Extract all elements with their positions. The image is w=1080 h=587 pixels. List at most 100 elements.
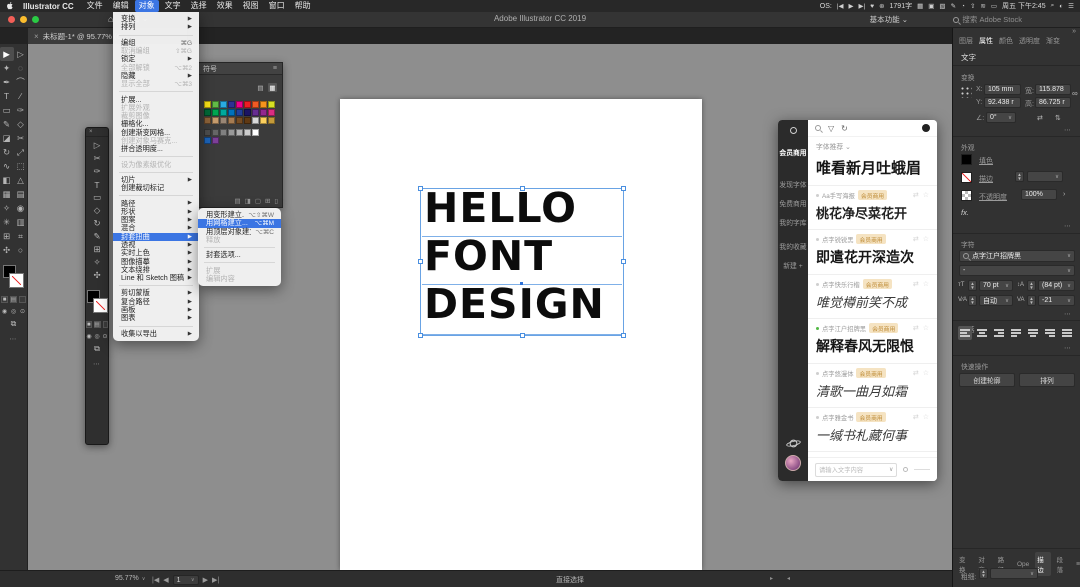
compare-icon[interactable]: ⇄ [913,191,919,199]
refresh-icon[interactable]: ↻ [841,124,848,133]
curvature-tool[interactable]: ⌒ [14,75,28,89]
workspace-switcher[interactable]: 基本功能 ⌄ [870,14,908,25]
grid-tool[interactable]: ⊞ [89,243,105,256]
font-card-0[interactable]: 唯看新月吐蛾眉 [808,157,937,186]
graph-tool[interactable]: ▥ [14,215,28,229]
panel-grid-icon[interactable]: ▦ [917,2,923,10]
stroke-swatch-none[interactable] [961,172,972,183]
play-icon[interactable]: ▶ [849,2,854,10]
color-swatch[interactable] [252,117,259,124]
artboard-number-select[interactable]: 1∨ [173,575,199,585]
favorite-star-icon[interactable]: ☆ [923,235,929,243]
color-swatch[interactable] [244,117,251,124]
font-preview[interactable]: 解释春风无限恨 [816,336,929,356]
reference-point-grid[interactable] [959,85,972,98]
font-preview[interactable]: 唯觉樽前笑不成 [816,292,929,311]
more-options-icon[interactable]: ⋯ [1064,126,1072,134]
stroke-weight-field[interactable]: ∨ [1027,171,1063,182]
selection-tool[interactable]: ▶ [0,47,14,61]
leading-field[interactable]: (84 pt)∨ [1038,280,1075,291]
control-center-icon[interactable]: ☰ [1068,2,1074,10]
swatch-kinds-icon[interactable]: ◨ [245,197,251,205]
color-swatch[interactable] [268,109,275,116]
draw-normal-icon[interactable]: ◉ [86,333,92,340]
panel-menu-icon[interactable]: ≡ [273,65,277,72]
color-swatch[interactable] [228,101,235,108]
grid-view-icon[interactable]: ▦ [268,83,277,92]
menubar-menu-4[interactable]: 选择 [187,0,211,12]
wifi-icon[interactable]: ≋ [980,2,985,10]
color-swatch[interactable] [260,101,267,108]
battery-icon[interactable]: ▭ [991,2,997,10]
opacity-label[interactable]: 不透明度 [979,192,1007,202]
opacity-more-icon[interactable]: › [1063,191,1065,198]
color-swatch[interactable] [236,129,243,136]
prev-artboard-icon[interactable]: ◀ [163,576,168,584]
draw-inside-icon[interactable]: ⊙ [19,308,26,315]
fill-label[interactable]: 填色 [979,156,993,166]
shape-builder-tool[interactable]: ◧ [0,173,14,187]
delete-swatch-icon[interactable]: ▯ [274,197,278,205]
libraries-icon[interactable]: ▤ [235,197,241,205]
justify-center-button[interactable] [1026,326,1040,340]
sidebar-item-1[interactable]: 发现字体 [779,179,806,189]
fill-stroke-control[interactable] [86,290,110,316]
compare-icon[interactable]: ⇄ [913,324,919,332]
none-button[interactable] [103,321,108,328]
stroke-swatch-none[interactable] [94,299,107,312]
align-right-button[interactable] [992,326,1006,340]
screen-mode-icon[interactable]: ⧉ [10,320,17,327]
height-field[interactable]: 86.725 r [1035,97,1071,108]
siri-icon[interactable]: ◐ [1059,3,1063,10]
align-left-button[interactable] [958,326,972,340]
selection-handle[interactable] [621,186,626,191]
kerning-field[interactable]: 自动∨ [979,295,1013,306]
color-swatch[interactable] [220,129,227,136]
draw-behind-icon[interactable]: ◎ [94,333,100,340]
color-swatch[interactable] [212,117,219,124]
rotate-field[interactable]: 0°∨ [986,112,1016,123]
list-view-icon[interactable]: ▤ [256,83,265,92]
filter-icon[interactable]: ▽ [828,124,834,133]
favorite-star-icon[interactable]: ☆ [923,369,929,377]
font-size-field[interactable]: 70 pt∨ [979,280,1013,291]
apple-logo-icon[interactable] [6,2,14,10]
font-card-2[interactable]: 点字锐锐黑会员商用⇄☆即遣花开深造次 [808,234,937,275]
font-card-5[interactable]: 点字悠漫体会员商用⇄☆清歌一曲月如霜 [808,368,937,408]
color-swatch[interactable] [260,117,267,124]
collapse-panels-icon[interactable]: » [1072,28,1076,35]
font-style-select[interactable]: -∨ [959,265,1075,276]
mesh-tool[interactable]: ▦ [0,187,14,201]
color-swatch[interactable] [244,129,251,136]
pencil-tool[interactable]: ✎ [0,117,14,131]
upload-icon[interactable]: ⇧ [970,2,975,10]
panel-menu-icon[interactable]: ≡ [1076,561,1080,568]
rotate-tool[interactable]: ↻ [0,145,14,159]
pencil-icon[interactable]: ✎ [951,2,956,10]
fill-stroke-control[interactable] [2,265,26,291]
favorite-star-icon[interactable]: ☆ [923,280,929,288]
color-swatch[interactable] [252,101,259,108]
eyedropper-tool[interactable]: ✧ [0,201,14,215]
color-button[interactable]: ■ [86,321,92,328]
paintbrush-tool[interactable]: ✑ [89,165,105,178]
effects-label[interactable]: fx. [961,208,969,217]
perspective-tool[interactable]: △ [14,173,28,187]
menubar-clock[interactable]: 周五 下午2:45 [1002,1,1046,11]
tab-3[interactable]: 透明度 [1019,36,1040,46]
tab-1[interactable]: 属性 [979,36,993,46]
next-track-icon[interactable]: ▶| [859,2,866,10]
new-group-icon[interactable]: ▢ [255,197,261,205]
menubar-menu-5[interactable]: 效果 [213,0,237,12]
scale-tool[interactable]: ⤢ [14,145,28,159]
font-card-6[interactable]: 点字雅金书会员商用⇄☆一缄书札藏何事 [808,412,937,452]
color-swatch[interactable] [204,117,211,124]
draw-behind-icon[interactable]: ◎ [10,308,17,315]
font-size-stepper[interactable]: ▲▼ [968,280,977,291]
color-swatch[interactable] [236,101,243,108]
color-swatch[interactable] [212,129,219,136]
color-swatch[interactable] [204,109,211,116]
favorite-star-icon[interactable]: ☆ [923,413,929,421]
heart-icon[interactable]: ♥ [870,3,874,10]
rectangle-tool[interactable]: ▭ [0,103,14,117]
